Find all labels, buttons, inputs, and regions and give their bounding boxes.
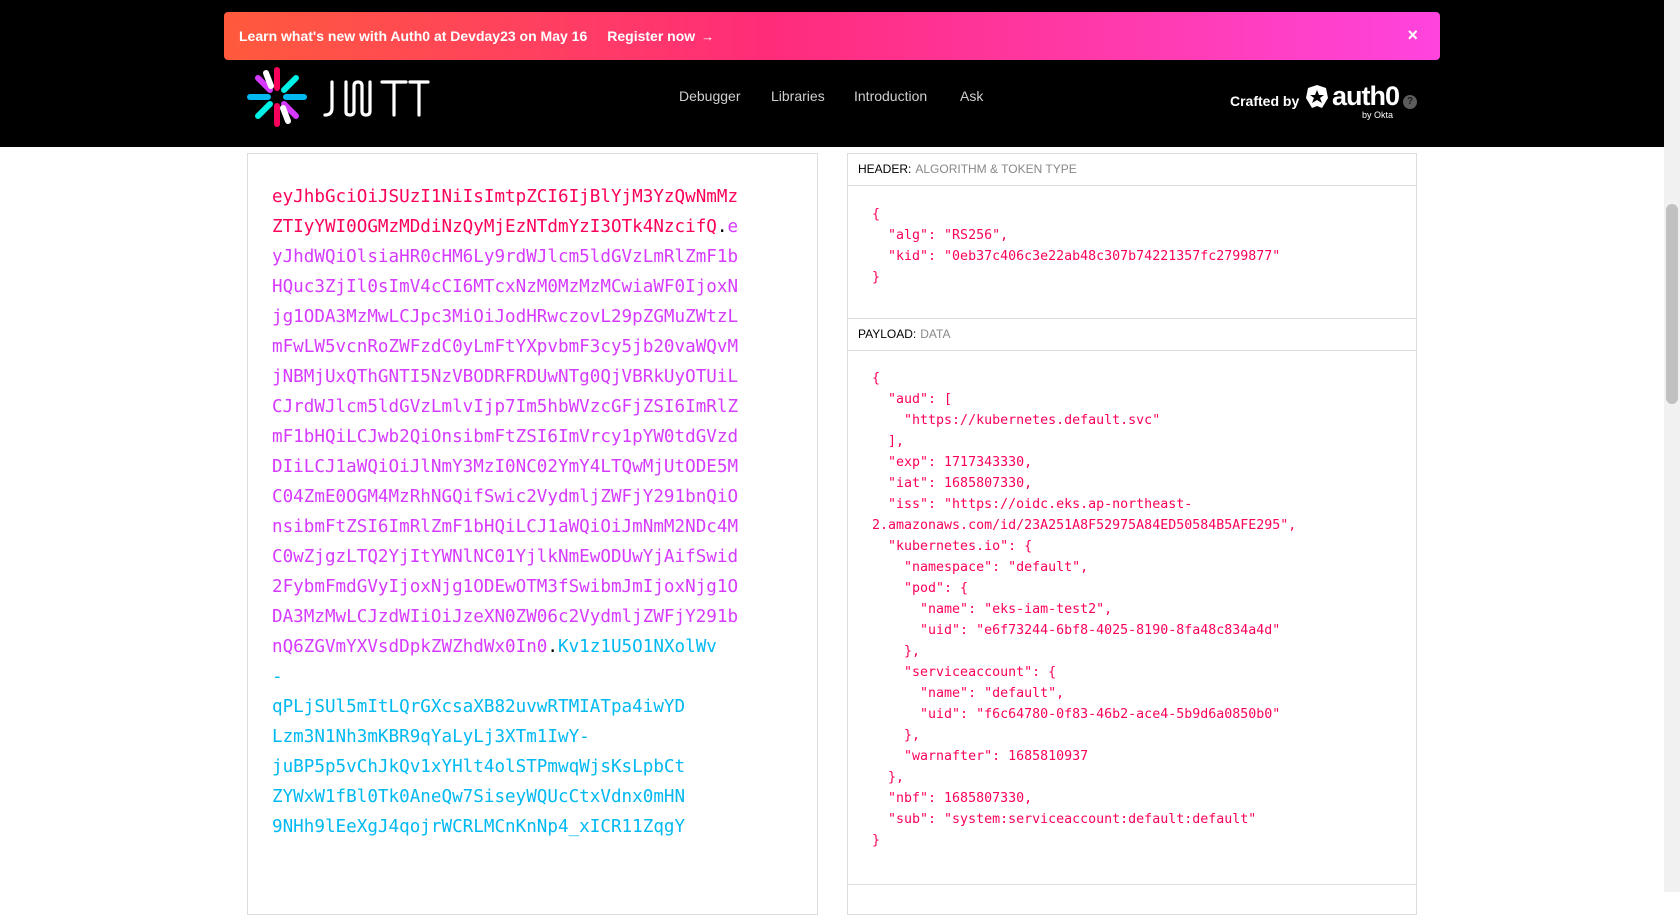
scrollbar-thumb[interactable] (1666, 204, 1678, 404)
encoded-token-panel[interactable]: eyJhbGciOiJSUzI1NiIsImtpZCI6IjBlYjM3YzQw… (247, 153, 818, 915)
signature-line: - (272, 667, 283, 687)
token-signature-segment: Kv1z1U5O1NXolWv - qPLjSUl5mItLQrGXcsaXB82u… (272, 637, 717, 837)
close-icon[interactable]: × (1407, 25, 1418, 45)
section-divider (848, 884, 1416, 885)
register-now-link[interactable]: Register now → (607, 28, 714, 44)
token-dot: . (547, 637, 558, 657)
jwt-logo-icon[interactable] (246, 66, 308, 128)
signature-line: Lzm3N1Nh3mKBR9qYaLyLj3XTm1IwY- (272, 727, 590, 747)
signature-line: 9NHh9lEeXgJ4qojrWCRLMCnKnNp4_xICR11ZqgY (272, 817, 686, 837)
register-now-label: Register now (607, 28, 696, 44)
help-icon[interactable]: ? (1403, 95, 1417, 109)
jwt-wordmark-icon[interactable] (322, 78, 430, 118)
payload-section-title: PAYLOAD: DATA (848, 319, 1416, 351)
page-scrollbar[interactable] (1664, 0, 1680, 892)
signature-line: ZYWxW1fBl0Tk0AneQw7SiseyWQUcCtxVdnx0mHN (272, 787, 686, 807)
signature-line: qPLjSUl5mItLQrGXcsaXB82uvwRTMIATpa4iwYD (272, 697, 686, 717)
header-section-key: HEADER: (858, 162, 912, 176)
payload-section-label: DATA (920, 327, 951, 341)
nav-debugger[interactable]: Debugger (679, 88, 741, 104)
token-payload-segment: eyJhdWQiOlsiaHR0cHM6Ly9rdWJlcm5ldGVzLmRl… (272, 217, 739, 657)
crafted-by-label: Crafted by (1230, 93, 1300, 109)
payload-json-editor[interactable]: { "aud": [ "https://kubernetes.default.s… (872, 368, 1412, 851)
encoded-token-text[interactable]: eyJhbGciOiJSUzI1NiIsImtpZCI6IjBlYjM3YzQw… (272, 182, 742, 842)
auth0-shield-icon[interactable] (1305, 84, 1329, 110)
nav-introduction[interactable]: Introduction (854, 88, 927, 104)
nav-libraries[interactable]: Libraries (771, 88, 825, 104)
header-section-title: HEADER: ALGORITHM & TOKEN TYPE (848, 154, 1416, 186)
arrow-right-icon: → (701, 29, 715, 44)
payload-section-key: PAYLOAD: (858, 327, 917, 341)
signature-line: juBP5p5vChJkQv1xYHlt4olSTPmwqWjsKsLpbCt (272, 757, 686, 777)
announcement-banner: Learn what's new with Auth0 at Devday23 … (224, 12, 1440, 60)
auth0-logo-text[interactable]: auth0 (1332, 81, 1400, 112)
decoded-token-panel: HEADER: ALGORITHM & TOKEN TYPE { "alg": "… (847, 153, 1417, 915)
signature-line: Kv1z1U5O1NXolWv (558, 637, 717, 657)
header-json-editor[interactable]: { "alg": "RS256", "kid": "0eb37c406c3e22… (872, 204, 1412, 288)
nav-ask[interactable]: Ask (960, 88, 983, 104)
site-header: Learn what's new with Auth0 at Devday23 … (0, 0, 1664, 147)
by-okta-label: by Okta (1362, 110, 1394, 120)
banner-message: Learn what's new with Auth0 at Devday23 … (239, 28, 588, 44)
token-header-segment: eyJhbGciOiJSUzI1NiIsImtpZCI6IjBlYjM3YzQw… (272, 187, 739, 237)
token-dot: . (716, 217, 728, 237)
header-section-label: ALGORITHM & TOKEN TYPE (915, 162, 1077, 176)
